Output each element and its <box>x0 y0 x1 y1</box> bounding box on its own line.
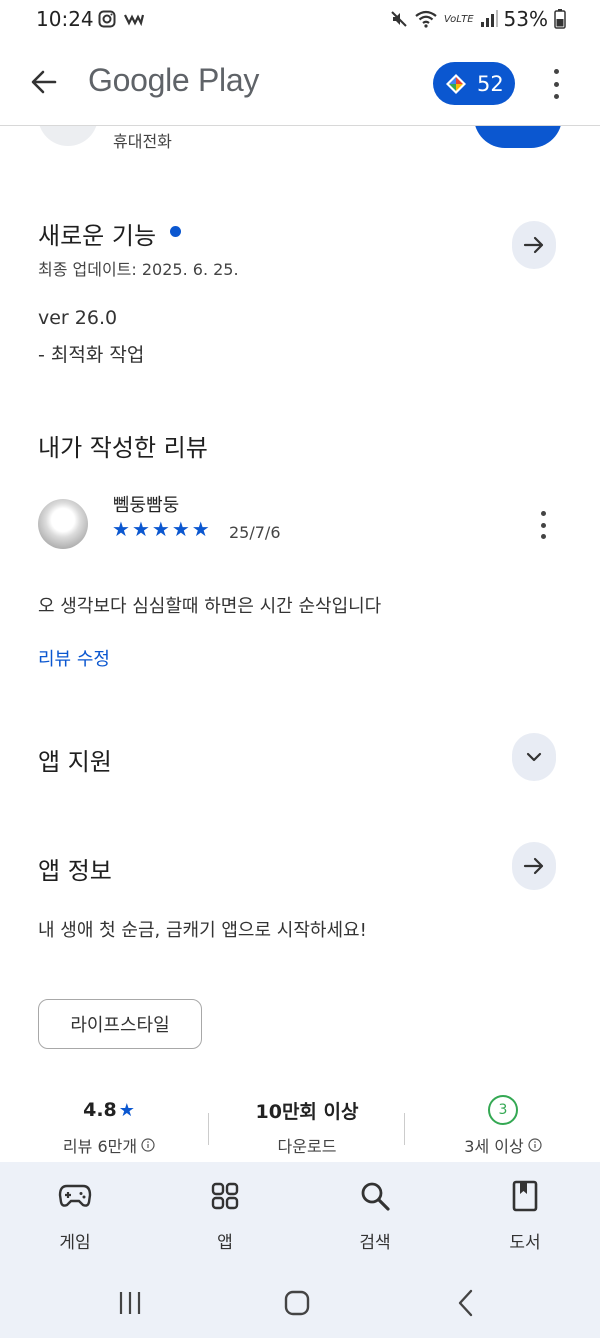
age-rating-stat[interactable]: 3 3세 이상 <box>428 1095 578 1157</box>
age-rating-text: 3세 이상 <box>464 1137 524 1156</box>
edit-review-link[interactable]: 리뷰 수정 <box>38 645 110 671</box>
device-row-partial: 휴대전화 <box>0 126 600 156</box>
app-bar: Google Play 52 <box>0 40 600 126</box>
book-icon <box>480 1178 570 1214</box>
app-description: 내 생애 첫 순금, 금캐기 앱으로 시작하세요! <box>38 920 367 941</box>
gamepad-icon <box>30 1178 120 1214</box>
mute-icon <box>391 11 407 27</box>
star-icon: ★ <box>171 517 190 541</box>
volte-indicator: VoLTE <box>443 13 474 25</box>
downloads-stat: 10만회 이상 다운로드 <box>229 1095 385 1157</box>
info-icon <box>528 1138 542 1152</box>
app-support-expand-button[interactable] <box>512 733 556 781</box>
age-rating-icon: 3 <box>488 1095 518 1125</box>
app-stats-row: 4.8 ★ 리뷰 6만개 10만회 이상 다운로드 3 3세 이상 <box>0 1095 600 1165</box>
more-icon-dot <box>553 94 559 99</box>
whats-new-title: 새로운 기능 <box>38 216 182 251</box>
play-points-count: 52 <box>477 71 504 96</box>
star-icon: ★ <box>112 517 130 541</box>
about-app-arrow-button[interactable] <box>512 842 556 890</box>
star-icon: ★ <box>191 517 210 541</box>
recent-apps-button[interactable] <box>110 1286 150 1320</box>
search-icon <box>330 1178 420 1214</box>
chevron-left-icon <box>458 1289 473 1317</box>
signal-icon <box>480 10 498 27</box>
review-text: 오 생각보다 심심할때 하면은 시간 순삭입니다 <box>38 596 382 617</box>
home-icon <box>284 1290 310 1316</box>
nav-apps[interactable]: 앱 <box>180 1178 270 1253</box>
reviewer-avatar <box>38 499 88 549</box>
rating-number: 4.8 <box>83 1099 117 1121</box>
more-icon-dot <box>540 534 546 539</box>
downloads-value: 10만회 이상 <box>255 1100 359 1123</box>
recent-apps-icon <box>119 1292 141 1314</box>
nav-search[interactable]: 검색 <box>330 1178 420 1253</box>
battery-icon <box>554 9 566 29</box>
arrow-forward-icon <box>523 236 544 254</box>
star-icon: ★ <box>151 517 170 541</box>
instagram-icon <box>98 10 116 28</box>
chevron-down-icon <box>526 752 542 762</box>
info-icon <box>141 1138 155 1152</box>
arrow-forward-icon <box>523 857 544 875</box>
nav-books[interactable]: 도서 <box>480 1178 570 1253</box>
last-updated-text: 최종 업데이트: 2025. 6. 25. <box>38 260 239 279</box>
rating-label: 리뷰 6만개 <box>34 1133 184 1157</box>
stat-divider <box>208 1113 209 1145</box>
age-rating-label: 3세 이상 <box>428 1133 578 1157</box>
wavve-icon <box>124 14 144 26</box>
more-icon-dot <box>553 69 559 74</box>
category-chip[interactable]: 라이프스타일 <box>38 999 202 1049</box>
app-support-title: 앱 지원 <box>38 748 112 776</box>
nav-games-label: 게임 <box>59 1233 91 1253</box>
version-text: ver 26.0 <box>38 307 118 329</box>
status-left-icons <box>98 10 144 28</box>
review-more-button[interactable] <box>531 511 555 539</box>
rating-value: 4.8 ★ <box>34 1095 184 1125</box>
downloads-label: 다운로드 <box>277 1137 337 1156</box>
battery-percent: 53% <box>503 7 548 31</box>
arrow-back-icon <box>31 70 57 94</box>
stat-divider <box>404 1113 405 1145</box>
star-icon: ★ <box>118 1099 135 1121</box>
whats-new-arrow-button[interactable] <box>512 221 556 269</box>
system-back-button[interactable] <box>446 1286 486 1320</box>
wifi-icon <box>415 10 437 28</box>
review-stars: ★ ★ ★ ★ ★ <box>112 517 210 541</box>
play-points-icon <box>446 73 466 94</box>
bottom-navigation: 게임 앱 검색 도서 <box>0 1162 600 1268</box>
device-label: 휴대전화 <box>113 132 172 151</box>
nav-games[interactable]: 게임 <box>30 1178 120 1253</box>
whats-new-title-text: 새로운 기능 <box>38 222 157 250</box>
my-review-title: 내가 작성한 리뷰 <box>38 434 208 462</box>
rating-stat[interactable]: 4.8 ★ 리뷰 6만개 <box>34 1095 184 1157</box>
nav-books-label: 도서 <box>509 1233 541 1253</box>
play-points-button[interactable]: 52 <box>433 62 515 105</box>
status-right-icons: VoLTE 53% <box>390 7 566 31</box>
more-icon-dot <box>540 522 546 528</box>
more-icon-dot <box>553 81 559 87</box>
system-navigation-bar <box>0 1268 600 1338</box>
more-icon-dot <box>540 511 546 516</box>
nav-search-label: 검색 <box>359 1233 391 1253</box>
about-app-title: 앱 정보 <box>38 857 112 885</box>
home-button[interactable] <box>277 1286 317 1320</box>
status-time: 10:24 <box>36 7 94 31</box>
status-bar: 10:24 VoLTE 53% <box>0 0 600 40</box>
more-options-button[interactable] <box>544 67 568 101</box>
phone-device-icon <box>38 126 98 146</box>
new-indicator-dot <box>170 225 182 237</box>
review-date: 25/7/6 <box>229 523 281 542</box>
apps-grid-icon <box>180 1178 270 1214</box>
app-title: Google Play <box>88 62 260 98</box>
back-button[interactable] <box>26 64 62 100</box>
age-rating-badge: 3 <box>428 1095 578 1125</box>
install-button-partial[interactable] <box>474 126 562 148</box>
rating-count-text: 리뷰 6만개 <box>62 1137 138 1156</box>
reviewer-name: 뻼둥빰둥 <box>113 495 180 516</box>
update-note-text: - 최적화 작업 <box>38 344 145 366</box>
star-icon: ★ <box>131 517 150 541</box>
nav-apps-label: 앱 <box>217 1233 233 1253</box>
